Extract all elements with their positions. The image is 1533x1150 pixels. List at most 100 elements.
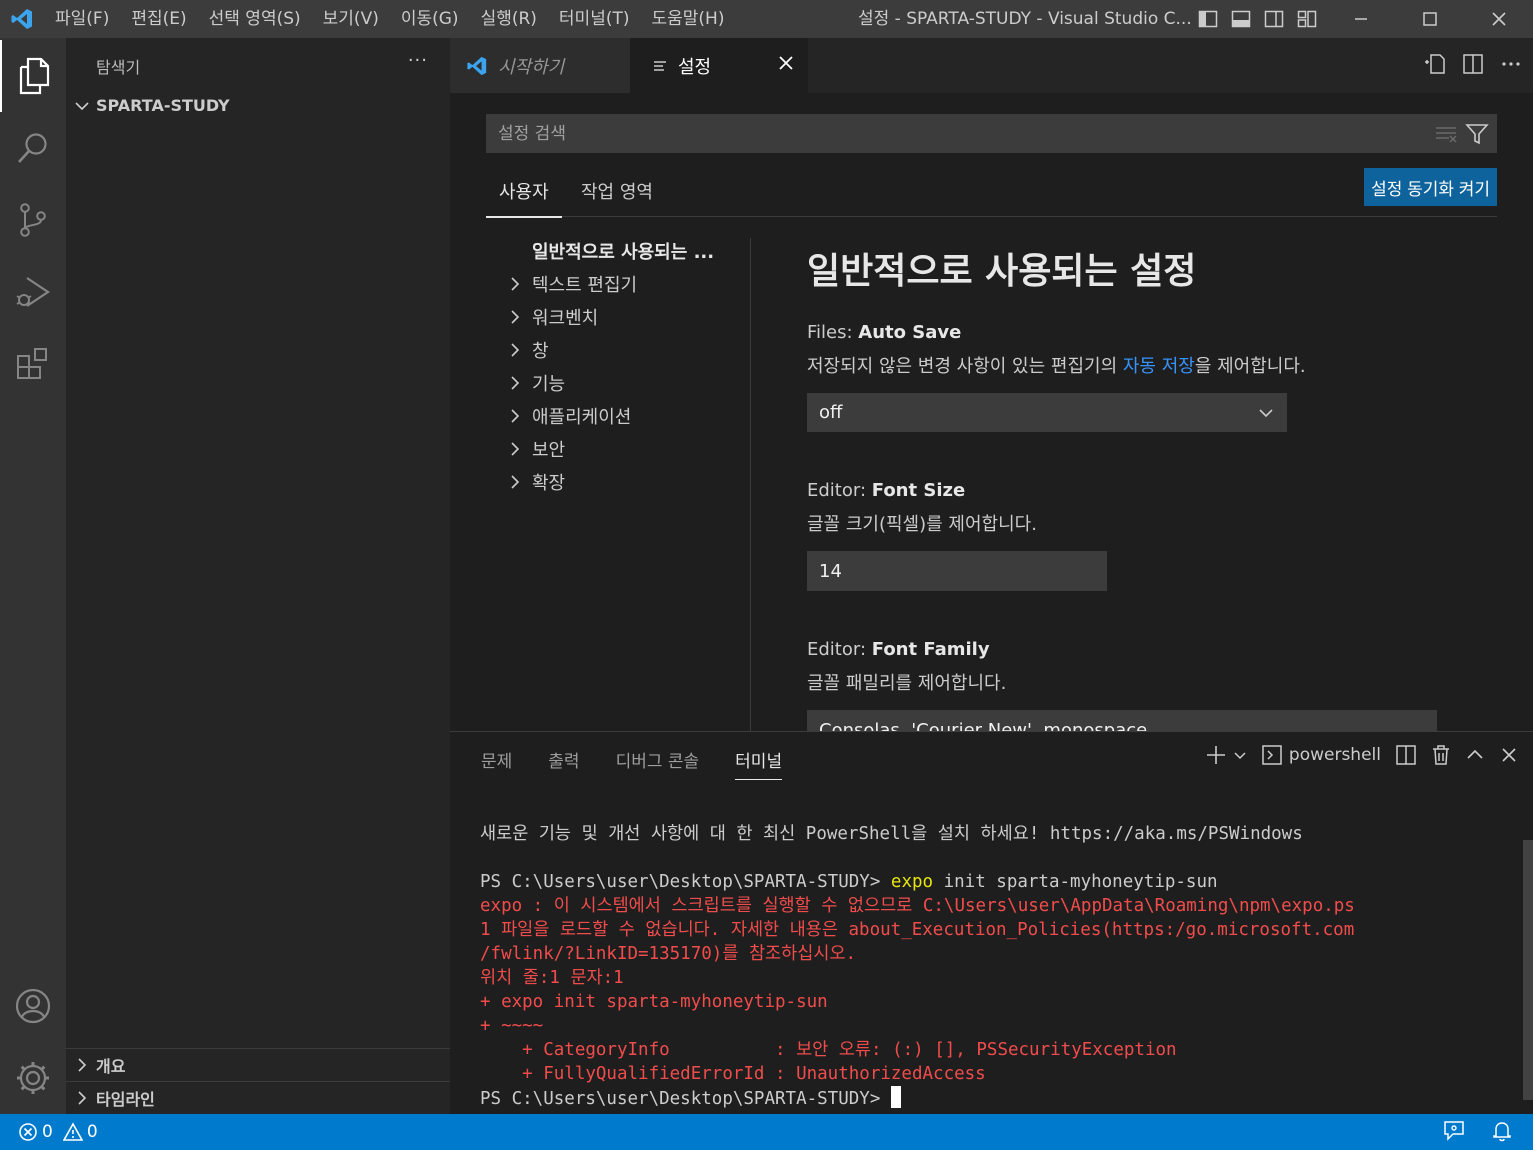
- menu-edit[interactable]: 편집(E): [120, 0, 197, 38]
- terminal-error-line: 1 파일을 로드할 수 없습니다. 자세한 내용은 about_Executio…: [480, 920, 1355, 940]
- settings-search-input[interactable]: [486, 114, 1416, 153]
- chevron-right-icon: [78, 1091, 87, 1105]
- terminal-scrollbar[interactable]: [1523, 840, 1533, 1100]
- panel-actions: powershell: [1205, 744, 1519, 766]
- folder-root[interactable]: SPARTA-STUDY: [74, 96, 230, 115]
- close-window-icon[interactable]: [1464, 0, 1533, 38]
- toggle-primary-sidebar-icon[interactable]: [1196, 5, 1220, 33]
- setting-category: Editor:: [807, 480, 872, 501]
- setting-description: 글꼴 패밀리를 제어합니다.: [807, 673, 1007, 694]
- extensions-icon[interactable]: [0, 328, 66, 400]
- run-debug-icon[interactable]: [0, 256, 66, 328]
- close-tab-icon[interactable]: [776, 53, 796, 73]
- auto-save-link[interactable]: 자동 저장: [1123, 356, 1195, 377]
- setting-editor-font-family: Editor: Font Family 글꼴 패밀리를 제어합니다. Conso…: [807, 639, 1497, 731]
- settings-scope-tabs: 사용자 작업 영역: [486, 168, 1497, 218]
- filter-icon[interactable]: [1465, 123, 1489, 145]
- settings-search-box: [486, 114, 1497, 153]
- toc-label: 텍스트 편집기: [532, 275, 638, 296]
- settings-editor: 사용자 작업 영역 설정 동기화 켜기 일반적으로 사용되는 ... 텍스트 편…: [450, 93, 1533, 731]
- terminal-output[interactable]: 새로운 기능 및 개선 사항에 대 한 최신 PowerShell을 설치 하세…: [480, 822, 1510, 1111]
- terminal-line: 새로운 기능 및 개선 사항에 대 한 최신 PowerShell을 설치 하세…: [480, 824, 1303, 844]
- source-control-icon[interactable]: [0, 184, 66, 256]
- clear-filter-icon[interactable]: [1435, 124, 1457, 144]
- chevron-right-icon: [511, 343, 520, 357]
- tab-workspace-settings[interactable]: 작업 영역: [581, 178, 653, 216]
- setting-description: 글꼴 크기(픽셀)를 제어합니다.: [807, 514, 1037, 535]
- layout-controls: [1196, 5, 1319, 33]
- setting-description: 저장되지 않은 변경 사항이 있는 편집기의 자동 저장을 제어합니다.: [807, 352, 1497, 378]
- select-value: off: [819, 402, 843, 423]
- toc-application[interactable]: 애플리케이션: [508, 403, 631, 429]
- toc-label: 워크벤치: [532, 308, 599, 329]
- open-settings-json-icon[interactable]: [1423, 52, 1447, 76]
- terminal-prompt: PS C:\Users\user\Desktop\SPARTA-STUDY>: [480, 872, 891, 892]
- timeline-section[interactable]: 타임라인: [66, 1081, 450, 1114]
- menu-go[interactable]: 이동(G): [390, 0, 470, 38]
- toggle-panel-icon[interactable]: [1229, 5, 1253, 33]
- window-title: 설정 - SPARTA-STUDY - Visual Studio C...: [858, 9, 1192, 29]
- toc-window[interactable]: 창: [508, 337, 549, 363]
- tab-settings[interactable]: 설정: [630, 38, 808, 93]
- activity-bar: [0, 38, 66, 1114]
- explorer-icon[interactable]: [0, 40, 66, 112]
- outline-section[interactable]: 개요: [66, 1048, 450, 1081]
- toggle-secondary-sidebar-icon[interactable]: [1262, 5, 1286, 33]
- chevron-down-icon[interactable]: [1233, 748, 1247, 762]
- menu-terminal[interactable]: 터미널(T): [548, 0, 641, 38]
- new-terminal-button[interactable]: [1205, 744, 1247, 766]
- customize-layout-icon[interactable]: [1295, 5, 1319, 33]
- chevron-right-icon: [511, 376, 520, 390]
- setting-category: Editor:: [807, 639, 872, 660]
- maximize-panel-chevron-up-icon[interactable]: [1465, 745, 1485, 765]
- terminal-instance-selector[interactable]: powershell: [1261, 744, 1381, 766]
- explorer-sidebar: 탐색기 ··· SPARTA-STUDY 개요 타임라인: [66, 38, 450, 1114]
- toc-commonly-used[interactable]: 일반적으로 사용되는 ...: [532, 238, 714, 264]
- kill-terminal-trash-icon[interactable]: [1431, 744, 1451, 766]
- split-editor-icon[interactable]: [1461, 52, 1485, 76]
- font-family-input[interactable]: Consolas, 'Courier New', monospace: [807, 710, 1437, 731]
- split-terminal-icon[interactable]: [1395, 744, 1417, 766]
- toc-features[interactable]: 기능: [508, 370, 565, 396]
- toc-extensions[interactable]: 확장: [508, 469, 565, 495]
- settings-file-icon: [654, 60, 666, 71]
- menu-file[interactable]: 파일(F): [44, 0, 120, 38]
- tab-welcome[interactable]: 시작하기: [450, 38, 630, 93]
- chevron-right-icon: [78, 1058, 87, 1072]
- tab-user-settings[interactable]: 사용자: [486, 178, 562, 218]
- status-bar: 0 0: [0, 1114, 1533, 1150]
- toc-security[interactable]: 보안: [508, 436, 565, 462]
- menu-run[interactable]: 실행(R): [470, 0, 548, 38]
- tab-output[interactable]: 출력: [548, 747, 579, 780]
- terminal-cursor: [890, 1086, 901, 1108]
- setting-files-auto-save: Files: Auto Save 저장되지 않은 변경 사항이 있는 편집기의 …: [807, 322, 1497, 432]
- minimize-icon[interactable]: [1326, 0, 1395, 38]
- maximize-icon[interactable]: [1395, 0, 1464, 38]
- tab-terminal[interactable]: 터미널: [735, 747, 783, 780]
- toc-workbench[interactable]: 워크벤치: [508, 304, 598, 330]
- tab-problems[interactable]: 문제: [481, 747, 512, 780]
- menu-view[interactable]: 보기(V): [312, 0, 390, 38]
- turn-on-settings-sync-button[interactable]: 설정 동기화 켜기: [1364, 168, 1497, 206]
- manage-gear-icon[interactable]: [0, 1042, 66, 1114]
- notifications-bell-icon[interactable]: [1491, 1120, 1513, 1142]
- terminal-error-line: + FullyQualifiedErrorId : UnauthorizedAc…: [480, 1064, 986, 1084]
- terminal-icon: [1262, 745, 1282, 765]
- menu-help[interactable]: 도움말(H): [641, 0, 736, 38]
- accounts-icon[interactable]: [0, 970, 66, 1042]
- more-editor-actions-icon[interactable]: [1499, 52, 1523, 76]
- terminal-error-line: 위치 줄:1 문자:1: [480, 968, 624, 988]
- chevron-right-icon: [511, 277, 520, 291]
- more-actions-icon[interactable]: ···: [408, 50, 428, 71]
- tab-settings-label: 설정: [678, 56, 712, 78]
- search-icon[interactable]: [0, 112, 66, 184]
- toc-text-editor[interactable]: 텍스트 편집기: [508, 271, 637, 297]
- font-size-input[interactable]: 14: [807, 551, 1107, 591]
- problems-status[interactable]: 0 0: [18, 1122, 98, 1142]
- tab-debug-console[interactable]: 디버그 콘솔: [616, 747, 700, 780]
- auto-save-select[interactable]: off: [807, 393, 1287, 432]
- menu-selection[interactable]: 선택 영역(S): [198, 0, 312, 38]
- feedback-icon[interactable]: [1443, 1120, 1465, 1142]
- close-panel-icon[interactable]: [1499, 745, 1519, 765]
